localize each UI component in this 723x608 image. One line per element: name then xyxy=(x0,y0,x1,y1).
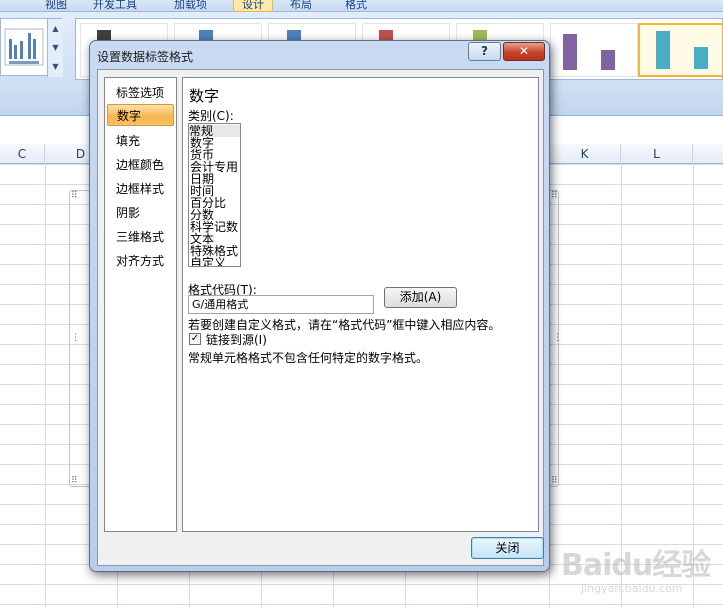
style-bar xyxy=(563,34,577,70)
link-to-source-checkbox[interactable]: ✓ xyxy=(189,333,201,345)
format-data-labels-dialog: 设置数据标签格式 ? ✕ 标签选项 数字 填充 边框颜色 边框样式 阴影 三维格… xyxy=(89,40,550,572)
category-label: 类别(C): xyxy=(188,109,234,123)
help-button[interactable]: ? xyxy=(468,42,501,61)
number-panel: 数字 类别(C): 常规 数字 货币 会计专用 日期 时间 百分比 分数 科学记… xyxy=(182,77,539,532)
section-title: 数字 xyxy=(189,87,220,105)
more-icon[interactable]: ▼ xyxy=(48,57,63,76)
nav-item-number[interactable]: 数字 xyxy=(107,104,174,126)
nav-item-alignment[interactable]: 对齐方式 xyxy=(107,250,174,272)
tab-design[interactable]: 设计 xyxy=(233,0,273,12)
category-listbox[interactable]: 常规 数字 货币 会计专用 日期 时间 百分比 分数 科学记数 文本 特殊格式 … xyxy=(188,123,241,267)
close-button[interactable]: 关闭 xyxy=(471,537,544,559)
tab-view[interactable]: 视图 xyxy=(45,0,67,12)
dialog-title: 设置数据标签格式 xyxy=(97,50,194,64)
style-bar xyxy=(694,47,708,69)
category-nav: 标签选项 数字 填充 边框颜色 边框样式 阴影 三维格式 对齐方式 xyxy=(104,77,177,532)
chart-style-thumbnail-selected[interactable] xyxy=(638,23,723,77)
tab-format[interactable]: 格式 xyxy=(345,0,367,12)
resize-handle[interactable]: ⠿ xyxy=(551,192,558,201)
chart-style-thumbnail[interactable] xyxy=(550,23,638,77)
resize-handle[interactable]: ⠿ xyxy=(551,477,558,486)
list-item-custom[interactable]: 自定义 xyxy=(190,257,226,266)
link-to-source-label[interactable]: 链接到源(I) xyxy=(206,331,267,348)
nav-item-border-color[interactable]: 边框颜色 xyxy=(107,154,174,176)
format-code-input[interactable]: G/通用格式 xyxy=(188,295,374,314)
tab-layout[interactable]: 布局 xyxy=(290,0,312,12)
resize-handle[interactable]: ⋮ xyxy=(553,334,562,343)
resize-handle[interactable]: ⠿ xyxy=(71,192,78,201)
dialog-content: 标签选项 数字 填充 边框颜色 边框样式 阴影 三维格式 对齐方式 数字 类别(… xyxy=(97,69,544,566)
add-button[interactable]: 添加(A) xyxy=(384,287,457,308)
column-header-l[interactable]: L xyxy=(621,144,693,164)
nav-item-label-options[interactable]: 标签选项 xyxy=(107,82,174,104)
baidu-watermark: Baidu经验 jingyan.baidu.com xyxy=(553,540,718,602)
nav-item-shadow[interactable]: 阴影 xyxy=(107,202,174,224)
resize-handle[interactable]: ⠿ xyxy=(71,477,78,486)
ribbon-tab-bar: 视图 开发工具 加载项 设计 布局 格式 xyxy=(0,0,723,12)
nav-item-border-style[interactable]: 边框样式 xyxy=(107,178,174,200)
nav-item-3d-format[interactable]: 三维格式 xyxy=(107,226,174,248)
watermark-brand: Baidu经验 xyxy=(561,548,711,583)
chart-layout-thumbnail[interactable] xyxy=(1,19,47,75)
resize-handle[interactable]: ⋮ xyxy=(71,334,80,343)
nav-item-fill[interactable]: 填充 xyxy=(107,130,174,152)
tab-developer[interactable]: 开发工具 xyxy=(93,0,137,12)
style-bar xyxy=(656,31,670,69)
format-description: 常规单元格格式不包含任何特定的数字格式。 xyxy=(188,351,429,365)
column-header-c[interactable]: C xyxy=(0,144,45,164)
column-header-k[interactable]: K xyxy=(549,144,621,164)
style-bar xyxy=(601,50,615,70)
tab-addins[interactable]: 加载项 xyxy=(174,0,207,12)
watermark-url: jingyan.baidu.com xyxy=(581,582,683,595)
close-icon[interactable]: ✕ xyxy=(503,42,545,61)
chevron-up-icon[interactable]: ▲ xyxy=(48,19,63,38)
chevron-down-icon[interactable]: ▼ xyxy=(48,38,63,57)
gallery-scrollbar[interactable]: ▲ ▼ ▼ xyxy=(47,19,63,77)
